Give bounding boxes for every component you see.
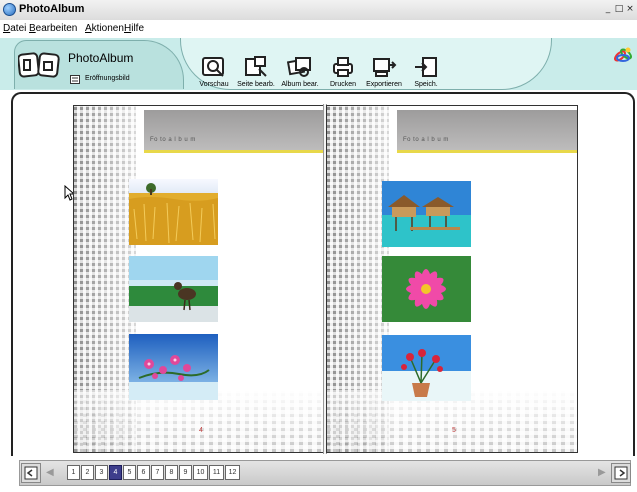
edit-page-icon — [245, 56, 267, 77]
potted-flowers-photo[interactable] — [382, 335, 471, 401]
save-button[interactable]: Speich. — [401, 55, 451, 88]
first-page-button[interactable] — [21, 463, 41, 483]
page-header: Fo to a l b u m — [144, 110, 324, 153]
title-bar: PhotoAlbum _ □ × — [0, 0, 637, 21]
page-button-12[interactable]: 12 — [225, 465, 240, 480]
print-icon — [333, 57, 353, 77]
edit-album-icon — [287, 57, 311, 77]
maximize-button[interactable]: □ — [614, 3, 624, 15]
next-page-arrow-icon[interactable]: ▶ — [598, 467, 606, 478]
menu-datei[interactable]: Datei — [3, 23, 26, 34]
page-header-text: Fo to a l b u m — [403, 137, 449, 143]
menu-bar: Datei Bearbeiten Aktionen Hilfe — [0, 20, 637, 38]
page-button-6[interactable]: 6 — [137, 465, 150, 480]
close-button[interactable]: × — [625, 3, 635, 15]
right-album-page[interactable]: Fo to a l b u m 5 — [326, 105, 578, 453]
page-button-8[interactable]: 8 — [165, 465, 178, 480]
pink-lotus-photo[interactable] — [382, 256, 471, 322]
page-number-list: 1 2 3 4 5 6 7 8 9 10 11 12 — [67, 465, 240, 480]
beach-huts-photo[interactable] — [382, 181, 471, 247]
page-button-1[interactable]: 1 — [67, 465, 80, 480]
menu-bearbeiten[interactable]: Bearbeiten — [29, 23, 77, 34]
page-button-2[interactable]: 2 — [81, 465, 94, 480]
last-page-icon — [614, 466, 628, 480]
page-button-4[interactable]: 4 — [109, 465, 122, 480]
wheat-field-photo[interactable] — [129, 179, 218, 245]
last-page-button[interactable] — [611, 463, 631, 483]
app-icon — [3, 3, 16, 16]
page-number: 5 — [452, 427, 456, 434]
window-controls: _ □ × — [603, 3, 635, 15]
page-button-5[interactable]: 5 — [123, 465, 136, 480]
photoalbum-logo-icon — [18, 52, 60, 78]
pink-flowers-photo[interactable] — [129, 334, 218, 400]
brand-logo-icon — [614, 47, 632, 62]
save-icon — [415, 57, 437, 77]
save-label: Speich. — [414, 81, 438, 88]
page-button-7[interactable]: 7 — [151, 465, 164, 480]
previous-page-arrow-icon[interactable]: ◀ — [46, 467, 54, 478]
page-button-9[interactable]: 9 — [179, 465, 192, 480]
cover-image-label[interactable]: Eröffnungsbild — [85, 75, 130, 82]
app-label: PhotoAlbum — [68, 51, 134, 65]
left-album-page[interactable]: Fo to a l b u m 4 — [73, 105, 325, 453]
page-header-text: Fo to a l b u m — [150, 137, 196, 143]
minimize-button[interactable]: _ — [603, 3, 613, 15]
edit-page-label: Seite bearb. — [237, 81, 275, 88]
preview-icon — [202, 57, 224, 77]
first-page-icon — [24, 466, 38, 480]
menu-hilfe[interactable]: Hilfe — [124, 23, 144, 34]
page-button-10[interactable]: 10 — [193, 465, 208, 480]
export-icon — [373, 58, 397, 77]
page-number: 4 — [199, 427, 203, 434]
page-header: Fo to a l b u m — [397, 110, 577, 153]
edit-page-button[interactable]: Seite bearb. — [231, 55, 281, 88]
window-title: PhotoAlbum — [19, 3, 85, 15]
page-button-3[interactable]: 3 — [95, 465, 108, 480]
bird-on-grass-photo[interactable] — [129, 256, 218, 322]
page-button-11[interactable]: 11 — [209, 465, 224, 480]
menu-aktionen[interactable]: Aktionen — [85, 23, 124, 34]
cover-image-icon[interactable] — [70, 75, 80, 84]
